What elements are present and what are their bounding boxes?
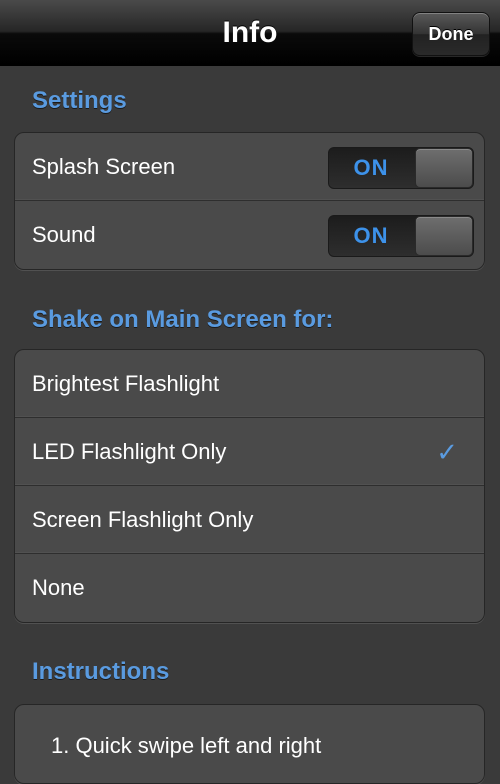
sound-row: Sound ON	[15, 201, 484, 269]
toggle-on-label: ON	[353, 155, 389, 180]
instructions-section-header: Instructions	[32, 658, 170, 685]
toggle-on-label: ON	[353, 223, 389, 248]
splash-screen-toggle[interactable]: ON	[328, 147, 474, 189]
shake-option-label: Screen Flashlight Only	[32, 507, 254, 532]
sound-label: Sound	[32, 222, 96, 247]
shake-option-label: Brightest Flashlight	[32, 371, 220, 396]
navigation-bar: Info Done	[0, 0, 500, 66]
shake-option-label: LED Flashlight Only	[32, 439, 227, 464]
shake-option-label: None	[32, 575, 85, 600]
instructions-group: 1. Quick swipe left and right	[14, 704, 485, 784]
settings-section-header: Settings	[32, 87, 127, 114]
splash-screen-label: Splash Screen	[32, 154, 176, 179]
shake-option-screen-flashlight-only[interactable]: Screen Flashlight Only	[15, 486, 484, 554]
toggle-knob[interactable]	[415, 216, 473, 256]
toggle-knob[interactable]	[415, 148, 473, 188]
shake-option-none[interactable]: None	[15, 554, 484, 622]
shake-section-header: Shake on Main Screen for:	[32, 306, 334, 333]
shake-option-brightest-flashlight[interactable]: Brightest Flashlight	[15, 350, 484, 418]
sound-toggle[interactable]: ON	[328, 215, 474, 257]
checkmark-icon: ✓	[436, 437, 458, 467]
shake-option-led-flashlight-only[interactable]: LED Flashlight Only ✓	[15, 418, 484, 486]
instructions-text: 1. Quick swipe left and right	[51, 733, 322, 758]
done-button[interactable]: Done	[412, 12, 490, 56]
shake-options-group: Brightest Flashlight LED Flashlight Only…	[14, 349, 485, 623]
splash-screen-row: Splash Screen ON	[15, 133, 484, 201]
settings-group: Splash Screen ON Sound ON	[14, 132, 485, 270]
